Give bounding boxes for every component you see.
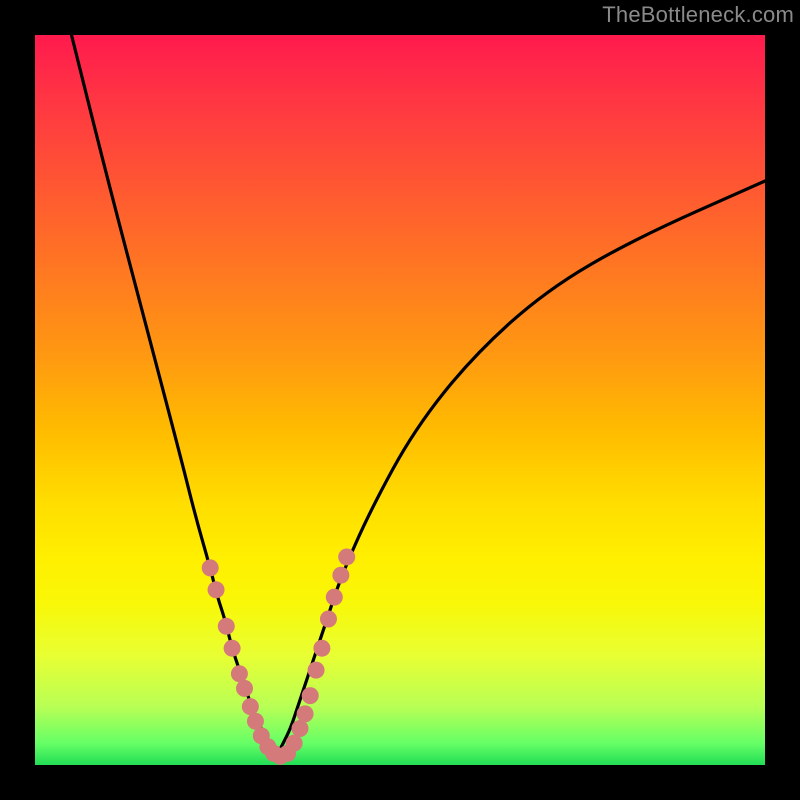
watermark-text: TheBottleneck.com <box>602 2 794 28</box>
marker-dot <box>302 687 319 704</box>
marker-dot <box>326 589 343 606</box>
curve-left-branch <box>72 35 276 758</box>
marker-dot <box>208 581 225 598</box>
marker-dot <box>338 548 355 565</box>
marker-dot <box>236 680 253 697</box>
curve-lines <box>72 35 766 758</box>
chart-container: TheBottleneck.com <box>0 0 800 800</box>
scatter-dots <box>202 548 356 764</box>
marker-dot <box>286 735 303 752</box>
marker-dot <box>202 559 219 576</box>
curve-right-branch <box>276 181 765 758</box>
marker-dot <box>218 618 235 635</box>
marker-dot <box>297 705 314 722</box>
plot-area <box>35 35 765 765</box>
marker-dot <box>308 662 325 679</box>
marker-dot <box>231 665 248 682</box>
chart-svg <box>35 35 765 765</box>
marker-dot <box>247 713 264 730</box>
marker-dot <box>313 640 330 657</box>
marker-dot <box>332 567 349 584</box>
marker-dot <box>224 640 241 657</box>
marker-dot <box>242 698 259 715</box>
marker-dot <box>320 611 337 628</box>
marker-dot <box>291 720 308 737</box>
